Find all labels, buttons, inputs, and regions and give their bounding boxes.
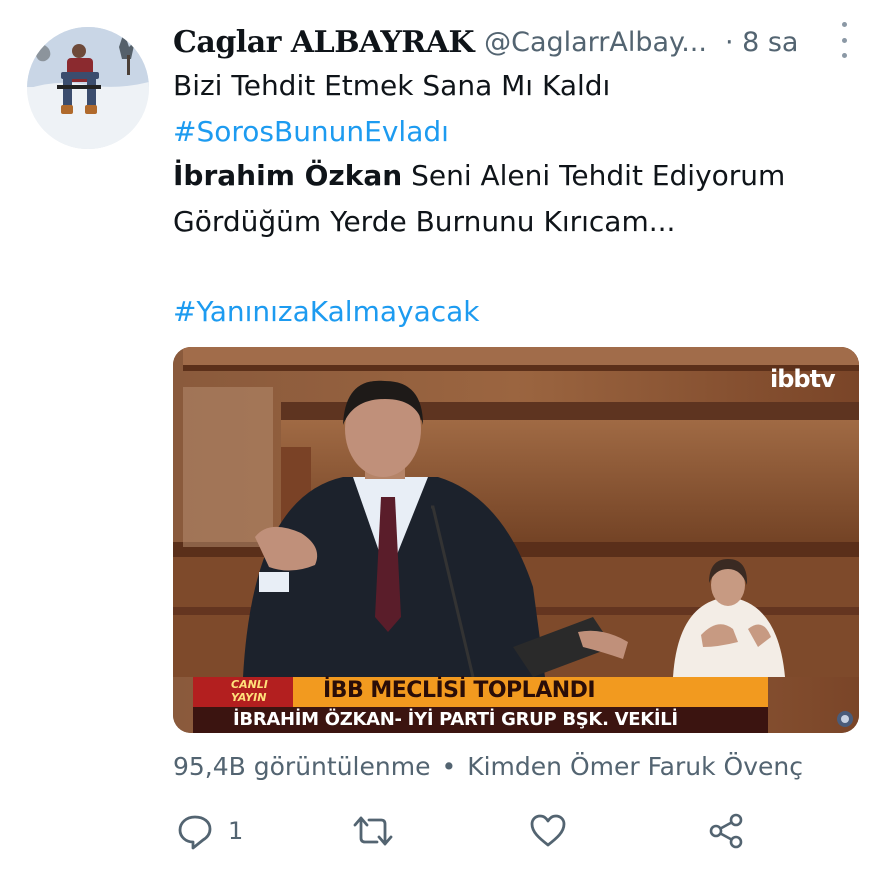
tweet-text-line-1: Bizi Tehdit Etmek Sana Mı Kaldı	[173, 69, 611, 102]
tweet-media-image[interactable]: ibbtv CANLI YAYIN İBB MECLİSİ TOPLANDI İ…	[173, 347, 859, 733]
tweet-text-line-4: Gördüğüm Yerde Burnunu Kırıcam...	[173, 205, 676, 238]
reply-button[interactable]: 1	[176, 808, 243, 854]
retweet-icon	[353, 816, 393, 846]
tweet-header: Caglar ALBAYRAK @CaglarrAlbay... · 8 sa	[173, 20, 863, 64]
source-attribution[interactable]: Kimden Ömer Faruk Övenç	[467, 752, 803, 781]
tweet-text-line-3-rest: Seni Aleni Tehdit Ediyorum	[402, 159, 786, 192]
like-icon	[530, 814, 566, 847]
hashtag-link-2[interactable]: #YanınızaKalmayacak	[173, 292, 480, 332]
timestamp[interactable]: · 8 sa	[725, 27, 799, 58]
avatar-image	[27, 27, 149, 149]
hashtag-link[interactable]: #SorosBununEvladı	[173, 112, 449, 152]
user-handle[interactable]: @CaglarrAlbay...	[484, 27, 707, 58]
tweet-meta: 95,4B görüntülenme • Kimden Ömer Faruk Ö…	[173, 752, 803, 781]
news-subline: İBRAHİM ÖZKAN- İYİ PARTİ GRUP BŞK. VEKİL…	[233, 709, 678, 730]
share-button[interactable]	[707, 808, 745, 854]
more-options-icon[interactable]	[833, 22, 855, 58]
live-badge: CANLI YAYIN	[231, 678, 268, 704]
mentioned-name: İbrahim Özkan	[173, 159, 403, 192]
action-bar: 1	[173, 808, 773, 854]
display-name[interactable]: Caglar ALBAYRAK	[173, 25, 475, 60]
ibbtv-logo: ibbtv	[770, 365, 836, 393]
video-frame	[173, 347, 859, 733]
tweet-text-line-3: İbrahim Özkan Seni Aleni Tehdit Ediyorum	[173, 156, 785, 196]
like-button[interactable]	[529, 808, 567, 854]
meta-separator: •	[441, 752, 457, 781]
news-headline: İBB MECLİSİ TOPLANDI	[323, 678, 596, 703]
share-icon	[709, 813, 743, 849]
view-count[interactable]: 95,4B görüntülenme	[173, 752, 430, 781]
retweet-button[interactable]	[353, 808, 393, 854]
reply-icon	[178, 815, 212, 850]
avatar[interactable]	[27, 27, 149, 149]
reply-count: 1	[228, 817, 244, 845]
